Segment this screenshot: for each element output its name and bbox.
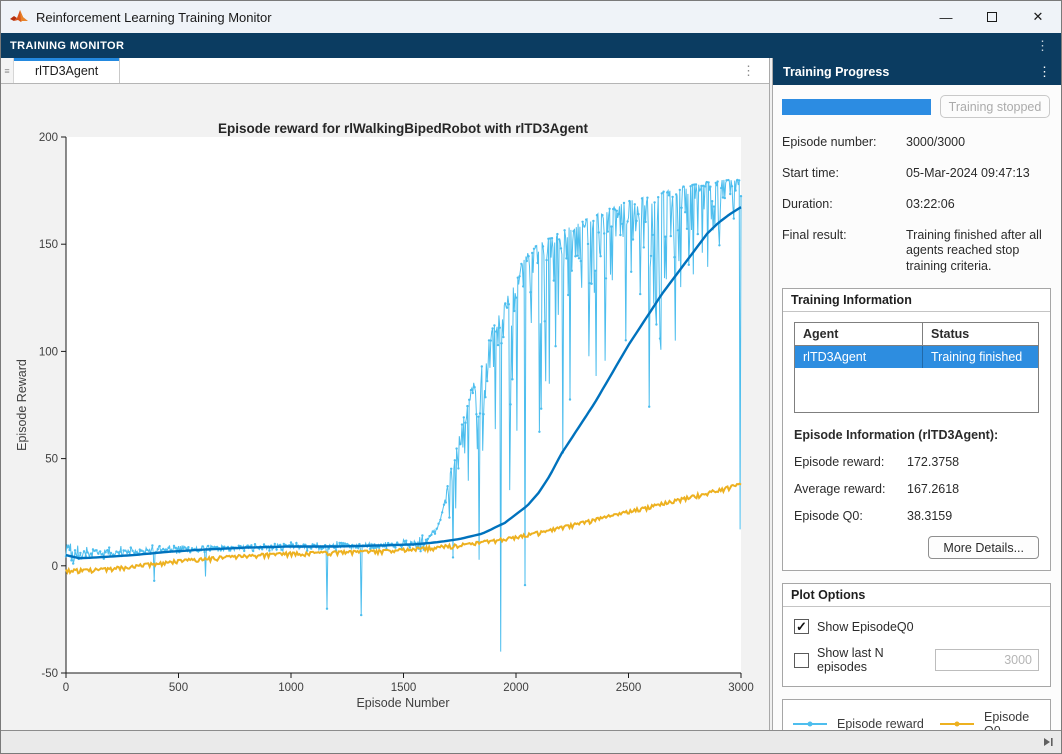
legend-item-episode-reward: Episode reward xyxy=(793,710,940,730)
duration-label: Duration: xyxy=(782,197,906,211)
agent-status-table: Agent Status rlTD3Agent Training finishe… xyxy=(794,322,1039,413)
drag-grip-icon[interactable]: ≡ xyxy=(1,58,14,83)
column-header-agent: Agent xyxy=(795,323,923,346)
close-icon: ✕ xyxy=(1033,9,1044,25)
tabstrip-kebab-icon[interactable]: ⋮ xyxy=(742,63,755,79)
training-information-box: Training Information Agent Status rlTD3A… xyxy=(782,288,1051,571)
tab-rltd3agent[interactable]: rlTD3Agent xyxy=(14,58,120,83)
toolstrip-kebab-icon[interactable]: ⋮ xyxy=(1036,39,1049,52)
episode-information-title: Episode Information (rlTD3Agent): xyxy=(794,428,1039,442)
app-window: Reinforcement Learning Training Monitor … xyxy=(0,0,1062,754)
svg-text:0: 0 xyxy=(63,682,69,694)
toolstrip: TRAINING MONITOR ⋮ xyxy=(1,33,1061,58)
maximize-icon xyxy=(987,12,997,22)
n-episodes-input[interactable] xyxy=(935,649,1039,671)
average-reward-value: 167.2618 xyxy=(907,482,1039,496)
maximize-button[interactable] xyxy=(969,1,1015,33)
toolstrip-tab-training-monitor[interactable]: TRAINING MONITOR xyxy=(10,40,124,52)
svg-text:2000: 2000 xyxy=(503,682,529,694)
start-time-label: Start time: xyxy=(782,166,906,180)
episode-reward-swatch-icon xyxy=(793,723,827,725)
chart-xlabel: Episode Number xyxy=(356,696,449,710)
minimize-icon: — xyxy=(940,10,953,25)
svg-text:3000: 3000 xyxy=(728,682,754,694)
window-title: Reinforcement Learning Training Monitor xyxy=(36,10,272,25)
reward-chart: Episode reward for rlWalkingBipedRobot w… xyxy=(1,84,770,732)
agent-cell: rlTD3Agent xyxy=(795,346,923,368)
chart-legend: Episode reward Episode Q0 Average reward xyxy=(782,699,1051,730)
legend-label: Episode reward xyxy=(837,717,924,730)
panel-header: Training Progress ⋮ xyxy=(773,58,1061,85)
expand-right-icon[interactable] xyxy=(1042,736,1054,748)
tab-label: rlTD3Agent xyxy=(35,64,98,78)
episode-reward-value: 172.3758 xyxy=(907,455,1039,469)
column-header-status: Status xyxy=(923,323,1038,346)
episode-q0-value: 38.3159 xyxy=(907,509,1039,523)
final-result-value: Training finished after all agents reach… xyxy=(906,228,1049,274)
table-row[interactable]: rlTD3Agent Training finished xyxy=(795,346,1038,368)
show-episodeq0-label: Show EpisodeQ0 xyxy=(817,620,914,634)
svg-text:150: 150 xyxy=(39,239,58,251)
svg-text:0: 0 xyxy=(52,561,58,573)
plot-options-box: Plot Options ✓ Show EpisodeQ0 Show last … xyxy=(782,583,1051,687)
svg-text:200: 200 xyxy=(39,132,58,144)
training-progress-panel: Training Progress ⋮ Training stopped Epi… xyxy=(773,58,1061,730)
tab-strip: ≡ rlTD3Agent ⋮ xyxy=(1,58,769,84)
document-pane: ≡ rlTD3Agent ⋮ Episode reward for rlWalk… xyxy=(1,58,770,730)
svg-text:2500: 2500 xyxy=(616,682,642,694)
legend-label: Episode Q0 xyxy=(984,710,1046,730)
show-last-n-checkbox[interactable] xyxy=(794,653,809,668)
show-last-n-label: Show last N episodes xyxy=(817,646,935,674)
figure-area: Episode reward for rlWalkingBipedRobot w… xyxy=(1,84,769,737)
minimize-button[interactable]: — xyxy=(923,1,969,33)
training-stopped-button[interactable]: Training stopped xyxy=(940,95,1050,118)
panel-kebab-icon[interactable]: ⋮ xyxy=(1038,65,1051,78)
matlab-logo-icon xyxy=(10,9,28,25)
chart-title: Episode reward for rlWalkingBipedRobot w… xyxy=(218,121,589,136)
close-button[interactable]: ✕ xyxy=(1015,1,1061,33)
average-reward-label: Average reward: xyxy=(794,482,907,496)
svg-text:500: 500 xyxy=(169,682,188,694)
final-result-label: Final result: xyxy=(782,228,906,274)
svg-text:50: 50 xyxy=(45,454,58,466)
title-bar: Reinforcement Learning Training Monitor … xyxy=(1,1,1061,33)
progress-bar-fill xyxy=(782,99,931,115)
panel-title: Training Progress xyxy=(783,65,889,79)
episode-number-label: Episode number: xyxy=(782,135,906,149)
show-episodeq0-checkbox[interactable]: ✓ xyxy=(794,619,809,634)
start-time-value: 05-Mar-2024 09:47:13 xyxy=(906,166,1049,180)
duration-value: 03:22:06 xyxy=(906,197,1049,211)
svg-text:1000: 1000 xyxy=(278,682,304,694)
legend-item-episode-q0: Episode Q0 xyxy=(940,710,1046,730)
episode-reward-label: Episode reward: xyxy=(794,455,907,469)
chart-ylabel: Episode Reward xyxy=(15,359,29,451)
svg-text:100: 100 xyxy=(39,346,58,358)
training-information-title: Training Information xyxy=(783,289,1050,312)
episode-q0-swatch-icon xyxy=(940,723,974,725)
status-cell: Training finished xyxy=(923,346,1038,368)
episode-number-value: 3000/3000 xyxy=(906,135,1049,149)
svg-text:1500: 1500 xyxy=(391,682,417,694)
progress-bar xyxy=(782,99,931,115)
table-empty-area xyxy=(795,368,1038,412)
svg-text:-50: -50 xyxy=(41,668,58,680)
episode-q0-label: Episode Q0: xyxy=(794,509,907,523)
more-details-button[interactable]: More Details... xyxy=(928,536,1039,559)
plot-options-title: Plot Options xyxy=(783,584,1050,607)
